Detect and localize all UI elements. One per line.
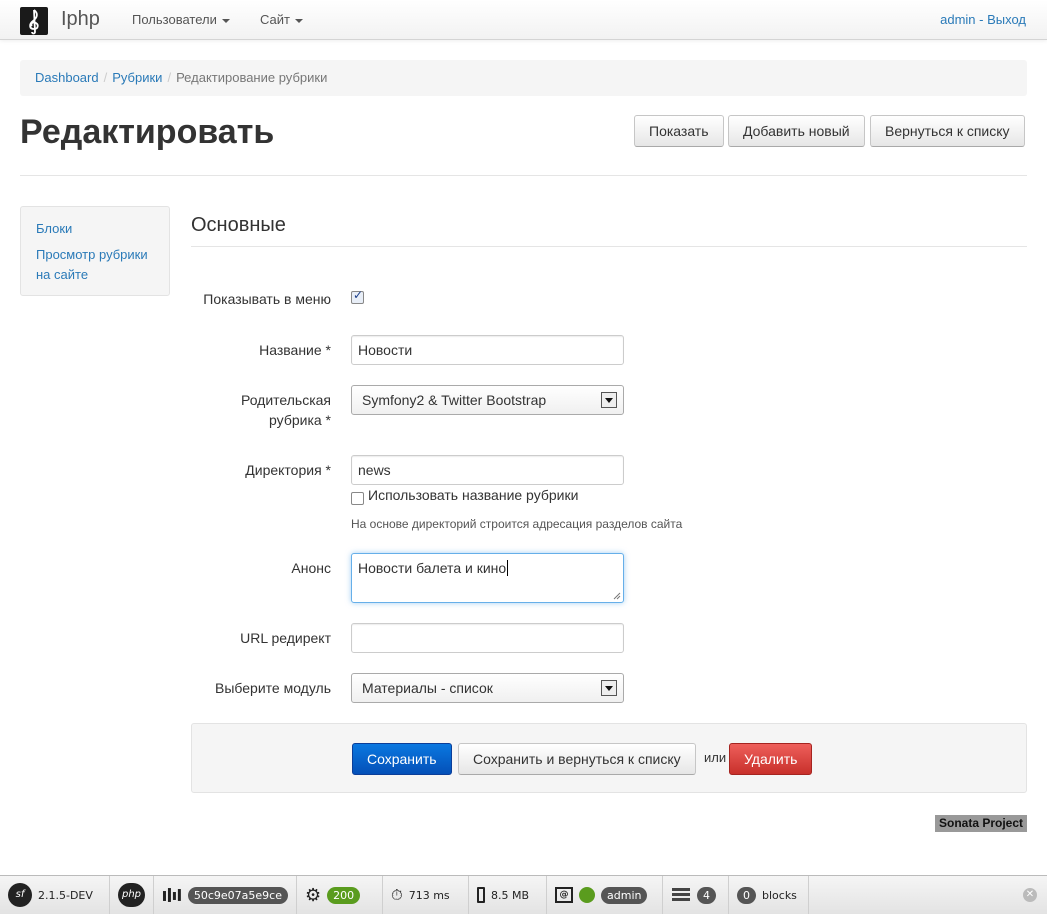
save-and-list-button[interactable]: Сохранить и вернуться к списку [458,743,696,775]
divider [20,175,1027,176]
delete-button[interactable]: Удалить [729,743,813,775]
request-time: 713 ms [408,888,450,902]
debug-toolbar: sf 2.1.5-DEV php 50c9e07a5e9ce ⚙ 200 ⏱ 7… [0,875,1047,914]
memory-usage: 8.5 MB [491,888,530,902]
breadcrumb-current: Редактирование рубрики [176,70,328,85]
parent-rubric-select[interactable]: Symfony2 & Twitter Bootstrap [351,385,624,415]
use-title-label: Использовать название рубрики [368,487,579,503]
toolbar-php[interactable]: php [110,876,154,914]
side-menu-item-blocks[interactable]: Блоки [36,219,154,239]
blocks-count: 0 [737,886,756,904]
parent-rubric-label: Родительская рубрика * [191,390,331,430]
query-count: 4 [697,886,716,904]
menu-users-label: Пользователи [132,12,217,27]
show-in-menu-label: Показывать в меню [203,291,331,307]
module-label: Выберите модуль [214,680,331,696]
breadcrumb-dashboard[interactable]: Dashboard [35,70,99,85]
breadcrumb-rubrics[interactable]: Рубрики [112,70,162,85]
toolbar-symfony[interactable]: sf 2.1.5-DEV [0,876,110,914]
use-title-checkbox[interactable] [351,492,364,505]
directory-label: Директория * [245,462,331,478]
save-button[interactable]: Сохранить [352,743,452,775]
timeline-icon [162,888,181,902]
toolbar-time[interactable]: ⏱ 713 ms [383,876,469,914]
caret-down-icon [294,18,303,23]
side-menu-item-view-on-site[interactable]: Просмотр рубрики на сайте [36,245,154,285]
request-token: 50c9e07a5e9ce [187,886,288,904]
fieldset-legend: Основные [191,214,286,236]
toolbar-blocks[interactable]: 0 blocks [729,876,809,914]
gears-icon: ⚙ [305,884,322,906]
logout-link[interactable]: Выход [987,12,1026,27]
authenticated-icon [579,887,595,903]
module-value: Материалы - список [362,680,493,696]
text-cursor [507,560,509,576]
username-link[interactable]: admin [940,12,975,27]
name-label: Название * [259,342,331,358]
memory-icon [477,887,485,903]
php-logo-icon: php [118,883,145,907]
status-code: 200 [327,886,361,904]
brand-name[interactable]: Iphp [61,8,100,31]
module-select[interactable]: Материалы - список [351,673,624,703]
parent-rubric-label-line1: Родительская [240,392,331,408]
announce-value: Новости балета и кино [358,560,507,576]
toolbar-status[interactable]: ⚙ 200 [297,876,383,914]
url-redirect-input[interactable] [351,623,624,653]
parent-rubric-label-line2: рубрика * [269,412,331,428]
dropdown-arrow-icon [601,392,617,408]
user-info: admin - Выход [940,12,1026,27]
parent-rubric-value: Symfony2 & Twitter Bootstrap [362,392,547,408]
toolbar-user[interactable]: @ admin [547,876,663,914]
show-in-menu-checkbox[interactable] [351,288,364,304]
announce-label: Анонс [291,560,331,576]
toolbar-queries[interactable]: 4 [663,876,729,914]
symfony-logo-icon: sf [8,883,32,907]
treble-clef-logo-icon[interactable] [20,7,48,35]
top-navbar: Iphp Пользователи Сайт admin - Выход [0,0,1047,40]
user-at-icon: @ [555,887,573,903]
close-icon[interactable]: ✕ [1023,888,1037,902]
menu-site-label: Сайт [260,12,290,27]
breadcrumb: Dashboard / Рубрики / Редактирование рубрики [20,60,1027,96]
toolbar-memory[interactable]: 8.5 MB [469,876,547,914]
side-menu: Блоки Просмотр рубрики на сайте [20,206,170,296]
stopwatch-icon: ⏱ [391,886,403,904]
directory-input[interactable]: news [351,455,624,485]
caret-down-icon [221,18,230,23]
announce-textarea[interactable]: Новости балета и кино [351,553,624,603]
or-text: или [704,750,727,765]
name-input[interactable]: Новости [351,335,624,365]
form-actions: Сохранить Сохранить и вернуться к списку… [191,723,1027,793]
breadcrumb-separator: / [103,70,108,85]
database-icon [672,888,690,901]
user-separator: - [975,12,988,27]
add-new-button[interactable]: Добавить новый [728,115,865,147]
blocks-label: blocks [762,888,797,902]
toolbar-username: admin [601,886,648,904]
menu-users[interactable]: Пользователи [132,12,230,27]
dropdown-arrow-icon [601,680,617,696]
directory-help-text: На основе директорий строится адресация … [351,517,683,531]
divider [191,246,1027,247]
page-title: Редактировать [20,113,275,151]
toolbar-token[interactable]: 50c9e07a5e9ce [154,876,297,914]
breadcrumb-separator: / [167,70,172,85]
menu-site[interactable]: Сайт [260,12,303,27]
url-redirect-label: URL редирект [240,630,331,646]
symfony-version: 2.1.5-DEV [38,888,93,902]
back-to-list-button[interactable]: Вернуться к списку [870,115,1025,147]
show-button[interactable]: Показать [634,115,724,147]
resize-handle-icon[interactable] [613,592,621,600]
sonata-project-badge[interactable]: Sonata Project [935,815,1028,832]
